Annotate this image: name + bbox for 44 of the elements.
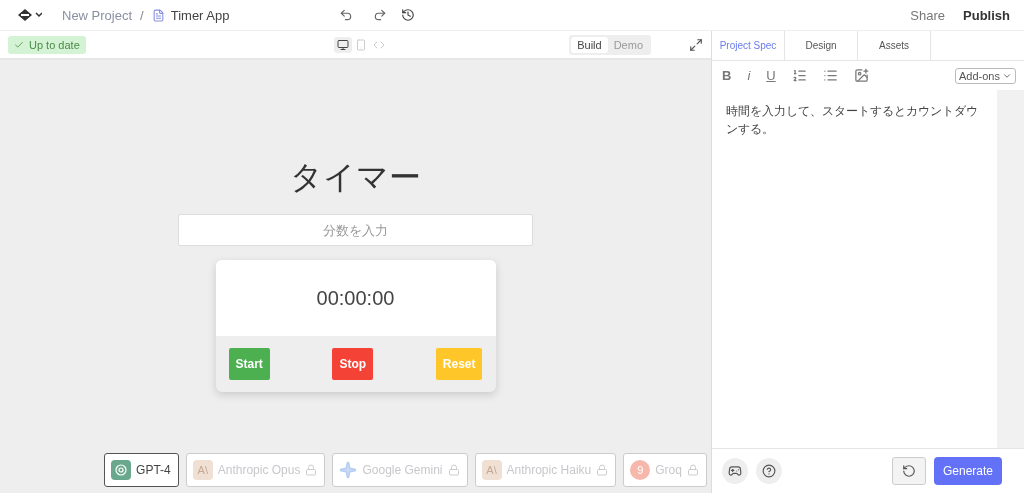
desktop-icon	[336, 38, 349, 51]
lock-icon	[447, 464, 460, 476]
refresh-icon	[901, 464, 916, 478]
logo-icon[interactable]	[16, 8, 42, 22]
redo-icon[interactable]	[373, 8, 388, 22]
app-title: タイマー	[290, 158, 421, 197]
anthropic-logo: A\	[192, 460, 213, 480]
lock-icon	[596, 464, 609, 476]
expand-icon[interactable]	[689, 37, 703, 52]
share-button[interactable]: Share	[910, 7, 946, 23]
scrollbar[interactable]	[997, 90, 1024, 448]
mode-tab[interactable]: Build	[571, 36, 608, 53]
model-chip[interactable]: GPT-4	[104, 453, 179, 487]
anthropic-logo: A\	[481, 460, 502, 480]
publish-button[interactable]: Publish	[963, 7, 1010, 23]
reset-button[interactable]	[891, 457, 926, 485]
underline-button[interactable]: U	[766, 68, 776, 83]
addons-dropdown[interactable]: Add-ons	[955, 67, 1016, 84]
bullet-list-icon[interactable]	[822, 68, 838, 83]
breadcrumb-current[interactable]: Timer App	[170, 7, 230, 23]
ordered-list-icon[interactable]	[791, 68, 807, 83]
lock-icon	[686, 464, 699, 476]
timer-button[interactable]: Stop	[332, 348, 374, 380]
generate-button[interactable]: Generate	[933, 457, 1002, 485]
groq-logo: 9	[630, 460, 651, 480]
timer-button[interactable]: Start	[228, 348, 270, 380]
mobile-icon	[354, 38, 367, 51]
italic-button[interactable]: i	[747, 68, 751, 83]
breadcrumb-separator: /	[140, 7, 144, 23]
minutes-input[interactable]: 分数を入力	[178, 214, 533, 246]
desktop-view-button[interactable]	[333, 36, 352, 53]
spec-text: 時間を入力して、スタートするとカウントダウンする。	[725, 104, 979, 137]
status-badge: Up to date	[8, 35, 86, 54]
file-icon	[151, 8, 165, 22]
add-image-icon[interactable]	[853, 68, 869, 83]
sparkle-icon	[339, 461, 358, 479]
bold-button[interactable]: B	[722, 68, 732, 83]
undo-icon[interactable]	[339, 8, 354, 22]
mode-tab[interactable]: Demo	[607, 36, 649, 53]
lock-icon	[305, 464, 318, 476]
help-icon[interactable]	[756, 458, 782, 484]
breadcrumb-link[interactable]: New Project	[62, 7, 133, 23]
history-icon[interactable]	[401, 8, 416, 22]
timer-display: 00:00:00	[215, 260, 496, 336]
